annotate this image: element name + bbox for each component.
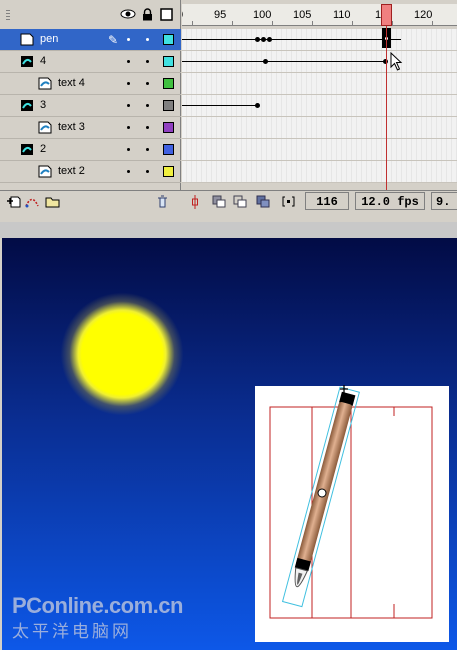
ruler-label: 100	[253, 9, 272, 21]
frame-row-2[interactable]	[182, 139, 457, 161]
keyframe[interactable]	[263, 59, 268, 64]
onion-skin-outlines-icon[interactable]	[233, 195, 247, 208]
layer-name: 2	[40, 143, 47, 155]
elapsed-time-field: 9.	[431, 192, 457, 210]
ruler-label: 110	[333, 9, 351, 21]
keyframe[interactable]	[255, 37, 260, 42]
layer-name: 4	[40, 55, 47, 67]
visibility-dot[interactable]	[127, 38, 130, 41]
layer-name: text 3	[58, 121, 85, 133]
layer-name: pen	[40, 33, 59, 45]
ruler-label: 0	[182, 9, 183, 21]
watermark: PConline.com.cn 太平洋电脑网	[12, 593, 183, 642]
visibility-dot[interactable]	[127, 148, 130, 151]
motion-guide-layer-icon	[21, 144, 33, 155]
layer-row-3[interactable]: 3	[0, 95, 181, 117]
visibility-dot[interactable]	[127, 104, 130, 107]
keyframe[interactable]	[255, 103, 260, 108]
pencil-icon: ✎	[108, 33, 119, 47]
layer-list: pen ✎ 4 text 4 3 text 3 2 text 2	[0, 0, 181, 212]
motion-tween	[182, 105, 256, 106]
motion-tween	[182, 61, 387, 62]
edit-multiple-frames-icon[interactable]	[256, 195, 270, 208]
brush-pen-graphic[interactable]	[277, 378, 367, 608]
guided-layer-icon	[38, 121, 52, 134]
layer-icon	[20, 33, 34, 46]
lock-dot[interactable]	[146, 170, 149, 173]
eye-icon[interactable]	[120, 8, 136, 20]
add-motion-guide-icon[interactable]	[24, 195, 40, 208]
lock-dot[interactable]	[146, 148, 149, 151]
frame-rate-field[interactable]: 12.0 fps	[355, 192, 425, 210]
lock-dot[interactable]	[146, 60, 149, 63]
frame-row-text-4[interactable]	[182, 73, 457, 95]
layer-row-4[interactable]: 4	[0, 51, 181, 73]
layer-name: 3	[40, 99, 47, 111]
ruler-label: 105	[293, 9, 312, 21]
lock-dot[interactable]	[146, 104, 149, 107]
timeline-panel: pen ✎ 4 text 4 3 text 3 2 text 2 95 100 …	[0, 0, 457, 212]
frame-row-text-3[interactable]	[182, 117, 457, 139]
lock-dot[interactable]	[146, 126, 149, 129]
frame-row-pen[interactable]	[182, 29, 457, 51]
center-frame-icon[interactable]	[190, 195, 200, 209]
lock-dot[interactable]	[146, 38, 149, 41]
watermark-line-2: 太平洋电脑网	[12, 622, 132, 641]
keyframe[interactable]	[267, 37, 272, 42]
insert-folder-icon[interactable]	[44, 195, 61, 208]
layer-name: text 2	[58, 165, 85, 177]
outline-color-swatch[interactable]	[163, 144, 174, 155]
visibility-dot[interactable]	[127, 126, 130, 129]
outline-icon[interactable]	[160, 8, 173, 21]
onion-skin-icon[interactable]	[212, 195, 226, 208]
watermark-line-1: PConline.com.cn	[12, 593, 183, 618]
visibility-dot[interactable]	[127, 170, 130, 173]
insert-layer-icon[interactable]	[6, 195, 22, 208]
playhead[interactable]	[381, 4, 392, 26]
ruler-label: 95	[214, 9, 227, 21]
outline-color-swatch[interactable]	[163, 78, 174, 89]
frame-ruler[interactable]: 0 95 100 105 110 115 120	[182, 4, 457, 26]
modify-onion-markers-icon[interactable]	[282, 195, 295, 208]
layer-row-text-2[interactable]: text 2	[0, 161, 181, 183]
guided-layer-icon	[38, 77, 52, 90]
keyframe[interactable]	[261, 37, 266, 42]
panel-grip[interactable]	[6, 10, 10, 22]
layer-row-text-3[interactable]: text 3	[0, 117, 181, 139]
visibility-dot[interactable]	[127, 82, 130, 85]
frame-row-4[interactable]	[182, 51, 457, 73]
guided-layer-icon	[38, 165, 52, 178]
outline-color-swatch[interactable]	[163, 34, 174, 45]
outline-color-swatch[interactable]	[163, 166, 174, 177]
panel-splitter[interactable]	[0, 212, 457, 238]
trash-icon[interactable]	[156, 195, 169, 208]
stage[interactable]: PConline.com.cn 太平洋电脑网	[2, 238, 457, 650]
sun-graphic[interactable]	[60, 292, 184, 416]
lock-icon[interactable]	[142, 8, 153, 21]
motion-guide-layer-icon	[21, 100, 33, 111]
ruler-label: 120	[414, 9, 433, 21]
layer-header	[0, 4, 181, 26]
layer-row-text-4[interactable]: text 4	[0, 73, 181, 95]
layer-row-pen[interactable]: pen ✎	[0, 29, 181, 51]
visibility-dot[interactable]	[127, 60, 130, 63]
outline-color-swatch[interactable]	[163, 122, 174, 133]
motion-guide-layer-icon	[21, 56, 33, 67]
outline-color-swatch[interactable]	[163, 56, 174, 67]
frame-grid[interactable]: 0 95 100 105 110 115 120	[182, 0, 457, 190]
motion-tween	[391, 39, 401, 40]
frame-row-text-2[interactable]	[182, 161, 457, 183]
frame-row-3[interactable]	[182, 95, 457, 117]
outline-color-swatch[interactable]	[163, 100, 174, 111]
lock-dot[interactable]	[146, 82, 149, 85]
cursor-icon	[390, 52, 403, 71]
motion-tween	[182, 39, 382, 40]
current-frame-field[interactable]: 116	[305, 192, 349, 210]
timeline-toolbar: 116 12.0 fps 9.	[0, 190, 457, 212]
registration-crosshair-icon	[340, 385, 348, 393]
playhead-line	[386, 26, 387, 190]
layer-row-2[interactable]: 2	[0, 139, 181, 161]
layer-name: text 4	[58, 77, 85, 89]
transform-point[interactable]	[317, 488, 327, 498]
